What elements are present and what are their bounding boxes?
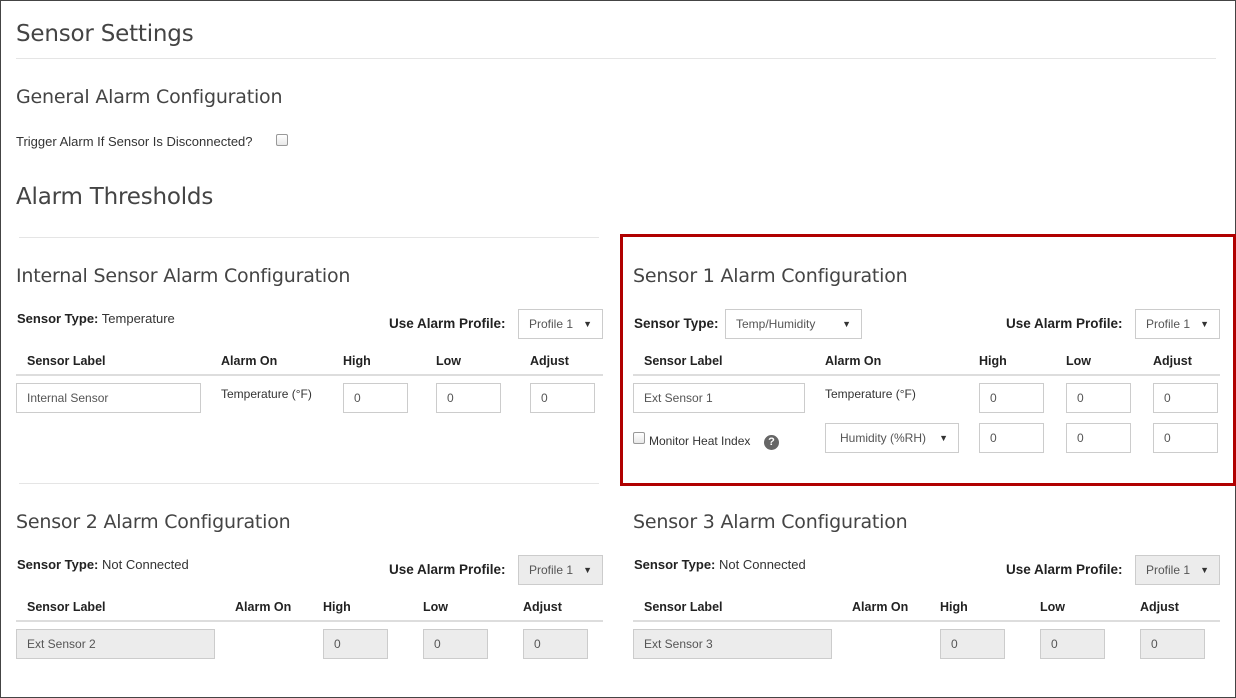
chevron-down-icon: ▼ <box>583 565 592 575</box>
sensor2-title: Sensor 2 Alarm Configuration <box>16 511 291 533</box>
col-adjust: Adjust <box>1140 600 1179 614</box>
internal-low-input[interactable]: 0 <box>436 383 501 413</box>
sensor-type-value: Not Connected <box>102 557 189 572</box>
profile-value: Profile 1 <box>529 563 573 577</box>
sensor1-type-select[interactable]: Temp/Humidity ▼ <box>725 309 862 339</box>
col-alarm-on: Alarm On <box>852 600 908 614</box>
internal-high-input[interactable]: 0 <box>343 383 408 413</box>
col-high: High <box>940 600 968 614</box>
sensor1-humidity-low-input[interactable]: 0 <box>1066 423 1131 453</box>
sensor2-low-input[interactable]: 0 <box>423 629 488 659</box>
sensor-type-value: Temperature <box>102 311 175 326</box>
col-low: Low <box>423 600 448 614</box>
sensor1-alarm-on: Temperature (°F) <box>825 387 916 401</box>
use-alarm-profile-label: Use Alarm Profile: <box>1006 562 1123 577</box>
sensor-type-value: Temp/Humidity <box>736 317 815 331</box>
divider <box>19 483 599 484</box>
sensor1-low-input[interactable]: 0 <box>1066 383 1131 413</box>
col-sensor-label: Sensor Label <box>27 354 106 368</box>
heat-index-checkbox[interactable] <box>633 432 645 444</box>
sensor1-profile-select[interactable]: Profile 1 ▼ <box>1135 309 1220 339</box>
disconnect-checkbox[interactable] <box>276 134 288 146</box>
sensor2-profile-select[interactable]: Profile 1 ▼ <box>518 555 603 585</box>
sensor3-title: Sensor 3 Alarm Configuration <box>633 511 908 533</box>
disconnect-label: Trigger Alarm If Sensor Is Disconnected? <box>16 134 253 149</box>
internal-alarm-on: Temperature (°F) <box>221 387 312 401</box>
sensor1-humidity-high-input[interactable]: 0 <box>979 423 1044 453</box>
sensor1-title: Sensor 1 Alarm Configuration <box>633 265 908 287</box>
sensor3-profile-select[interactable]: Profile 1 ▼ <box>1135 555 1220 585</box>
sensor-type-label: Sensor Type: <box>634 557 715 572</box>
sensor1-table-header: Sensor Label Alarm On High Low Adjust <box>633 349 1220 376</box>
sensor1-humidity-adjust-input[interactable]: 0 <box>1153 423 1218 453</box>
divider <box>16 58 1216 59</box>
heat-index-label: Monitor Heat Index <box>649 434 750 448</box>
col-adjust: Adjust <box>1153 354 1192 368</box>
col-sensor-label: Sensor Label <box>27 600 106 614</box>
sensor3-sensor-type: Sensor Type: Not Connected <box>634 557 806 572</box>
internal-sensor-type: Sensor Type: Temperature <box>17 311 175 326</box>
sensor3-low-input[interactable]: 0 <box>1040 629 1105 659</box>
chevron-down-icon: ▼ <box>939 433 948 443</box>
internal-label-input[interactable]: Internal Sensor <box>16 383 201 413</box>
humidity-select-value: Humidity (%RH) <box>836 431 926 445</box>
col-alarm-on: Alarm On <box>825 354 881 368</box>
general-alarm-title: General Alarm Configuration <box>16 86 282 108</box>
chevron-down-icon: ▼ <box>583 319 592 329</box>
help-icon[interactable]: ? <box>764 435 779 450</box>
sensor1-humidity-select[interactable]: Humidity (%RH) ▼ <box>825 423 959 453</box>
use-alarm-profile-label: Use Alarm Profile: <box>389 316 506 331</box>
internal-sensor-title: Internal Sensor Alarm Configuration <box>16 265 350 287</box>
sensor3-high-input[interactable]: 0 <box>940 629 1005 659</box>
col-low: Low <box>1040 600 1065 614</box>
col-sensor-label: Sensor Label <box>644 600 723 614</box>
sensor1-label-input[interactable]: Ext Sensor 1 <box>633 383 805 413</box>
sensor2-label-input[interactable]: Ext Sensor 2 <box>16 629 215 659</box>
sensor2-table-header: Sensor Label Alarm On High Low Adjust <box>16 595 603 622</box>
sensor3-adjust-input[interactable]: 0 <box>1140 629 1205 659</box>
col-sensor-label: Sensor Label <box>644 354 723 368</box>
profile-value: Profile 1 <box>1146 317 1190 331</box>
internal-adjust-input[interactable]: 0 <box>530 383 595 413</box>
col-low: Low <box>1066 354 1091 368</box>
internal-table-header: Sensor Label Alarm On High Low Adjust <box>16 349 603 376</box>
chevron-down-icon: ▼ <box>842 319 851 329</box>
sensor-type-value: Not Connected <box>719 557 806 572</box>
chevron-down-icon: ▼ <box>1200 319 1209 329</box>
profile-value: Profile 1 <box>1146 563 1190 577</box>
sensor3-label-input[interactable]: Ext Sensor 3 <box>633 629 832 659</box>
col-high: High <box>323 600 351 614</box>
sensor-type-label: Sensor Type: <box>17 557 98 572</box>
col-alarm-on: Alarm On <box>221 354 277 368</box>
divider <box>19 237 599 238</box>
col-low: Low <box>436 354 461 368</box>
sensor2-adjust-input[interactable]: 0 <box>523 629 588 659</box>
internal-profile-select[interactable]: Profile 1 ▼ <box>518 309 603 339</box>
sensor-type-label: Sensor Type: <box>634 316 719 331</box>
sensor2-high-input[interactable]: 0 <box>323 629 388 659</box>
chevron-down-icon: ▼ <box>1200 565 1209 575</box>
sensor-type-label: Sensor Type: <box>17 311 98 326</box>
alarm-thresholds-title: Alarm Thresholds <box>16 184 213 210</box>
col-high: High <box>979 354 1007 368</box>
sensor1-high-input[interactable]: 0 <box>979 383 1044 413</box>
profile-value: Profile 1 <box>529 317 573 331</box>
sensor1-adjust-input[interactable]: 0 <box>1153 383 1218 413</box>
col-adjust: Adjust <box>523 600 562 614</box>
page-title: Sensor Settings <box>16 21 194 47</box>
sensor2-sensor-type: Sensor Type: Not Connected <box>17 557 189 572</box>
sensor3-table-header: Sensor Label Alarm On High Low Adjust <box>633 595 1220 622</box>
use-alarm-profile-label: Use Alarm Profile: <box>389 562 506 577</box>
use-alarm-profile-label: Use Alarm Profile: <box>1006 316 1123 331</box>
col-high: High <box>343 354 371 368</box>
col-alarm-on: Alarm On <box>235 600 291 614</box>
col-adjust: Adjust <box>530 354 569 368</box>
